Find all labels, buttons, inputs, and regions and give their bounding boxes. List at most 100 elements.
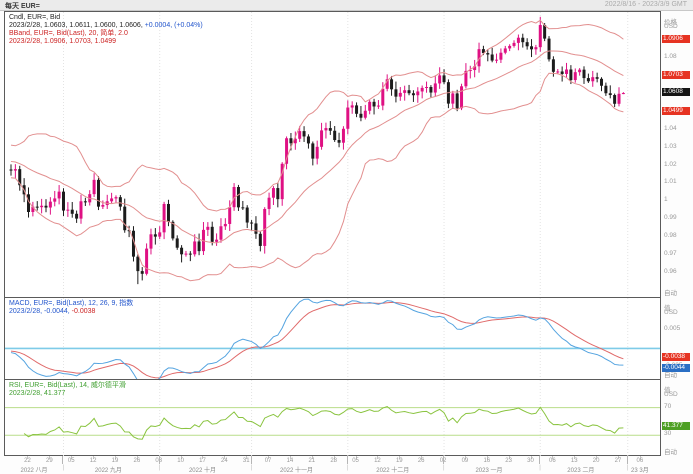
month-tick: [627, 456, 628, 464]
candle-up: [495, 60, 498, 61]
week-tick-label: 21: [308, 458, 315, 464]
candle-down: [154, 234, 157, 236]
instrument-interval-selector[interactable]: 每天 EUR=: [5, 1, 40, 11]
candle-up: [93, 180, 96, 194]
candle-up: [451, 93, 454, 103]
candle-up: [158, 232, 161, 236]
candle-down: [412, 93, 415, 95]
rsi-axis-auto: 自动: [664, 446, 677, 456]
price-axis-tick: 0.99: [664, 214, 677, 221]
candle-up: [403, 90, 406, 93]
candle-up: [193, 241, 196, 254]
month-separator: |: [627, 465, 629, 471]
week-tick-label: 20: [593, 458, 600, 464]
rsi-line: [24, 407, 623, 440]
week-tick-label: 27: [615, 458, 622, 464]
week-tick-label: 09: [462, 458, 469, 464]
bband-value-badge: 1.0499: [662, 107, 690, 115]
candle-down: [359, 114, 362, 118]
candle-down: [189, 254, 192, 255]
candle-down: [569, 70, 572, 81]
candle-down: [97, 180, 100, 207]
candle-up: [163, 204, 166, 232]
time-axis[interactable]: 2229051219260310172431071421280512192602…: [4, 456, 661, 474]
candle-down: [119, 197, 122, 206]
candle-up: [320, 130, 323, 146]
candle-down: [237, 187, 240, 207]
chart-window: 每天 EUR= 2022/8/16 - 2023/3/9 GMT Cndl, E…: [0, 0, 693, 474]
month-label: 23 3月: [631, 465, 649, 474]
candle-down: [521, 38, 524, 42]
rsi-value-badge: 41.377: [662, 422, 690, 430]
candle-down: [609, 93, 612, 95]
candle-down: [526, 42, 529, 46]
candle-up: [316, 147, 319, 159]
macd-pane-canvas[interactable]: [5, 298, 660, 379]
week-tick-label: 28: [330, 458, 337, 464]
month-label: 2022 十一月: [280, 465, 313, 474]
candle-down: [429, 87, 432, 93]
candle-up: [513, 43, 516, 46]
price-pane-canvas[interactable]: [5, 12, 660, 297]
candle-down: [456, 93, 459, 108]
week-tick-label: 12: [90, 458, 97, 464]
price-pane[interactable]: Cndl, EUR=, Bid 2023/2/28, 1.0603, 1.061…: [5, 12, 660, 297]
candle-up: [324, 128, 327, 130]
month-label: 2022 十月: [189, 465, 216, 474]
candle-up: [224, 224, 227, 226]
rsi-pane-canvas[interactable]: [5, 380, 660, 456]
candle-down: [561, 71, 564, 74]
candle-up: [263, 209, 266, 246]
value-axis[interactable]: 价格USD1.081.041.031.021.0110.990.980.970.…: [662, 11, 693, 456]
candle-down: [123, 207, 126, 231]
week-tick-label: 06: [549, 458, 556, 464]
month-label: 2022 十二月: [376, 465, 409, 474]
candle-down: [355, 105, 358, 113]
price-axis-auto: 自动: [664, 287, 677, 297]
price-axis-tick: 1.03: [664, 143, 677, 150]
candle-down: [10, 170, 13, 171]
candle-up: [539, 25, 542, 47]
week-tick-label: 05: [68, 458, 75, 464]
month-separator: |: [347, 465, 349, 471]
macd-signal-badge: -0.0038: [662, 353, 690, 361]
candle-down: [241, 207, 244, 208]
candle-up: [272, 188, 275, 198]
candle-down: [338, 140, 341, 143]
candle-up: [416, 91, 419, 95]
candle-up: [578, 70, 581, 73]
candle-down: [583, 70, 586, 78]
candle-up: [215, 240, 218, 242]
candle-down: [71, 210, 74, 214]
month-separator: |: [251, 465, 253, 471]
candle-down: [250, 223, 253, 224]
price-axis-tick: 1: [664, 196, 668, 203]
candle-up: [149, 234, 152, 248]
week-tick-label: 14: [287, 458, 294, 464]
candle-down: [311, 143, 314, 158]
week-tick-label: 12: [374, 458, 381, 464]
candle-up: [438, 75, 441, 83]
candle-up: [556, 71, 559, 72]
macd-pane[interactable]: MACD, EUR=, Bid(Last), 12, 26, 9, 指数 202…: [5, 297, 660, 379]
price-axis-tick: 1.08: [664, 53, 677, 60]
candle-down: [408, 90, 411, 93]
candle-up: [434, 83, 437, 92]
candle-up: [399, 93, 402, 97]
candle-up: [517, 38, 520, 43]
week-tick-label: 26: [134, 458, 141, 464]
chart-frame: Cndl, EUR=, Bid 2023/2/28, 1.0603, 1.061…: [4, 11, 661, 456]
macd-signal-line: [11, 302, 623, 377]
week-tick-label: 24: [221, 458, 228, 464]
candle-up: [66, 210, 69, 211]
candle-down: [254, 223, 257, 233]
candle-down: [303, 131, 306, 136]
rsi-pane[interactable]: RSI, EUR=, Bid(Last), 14, 威尔德平滑 2023/2/2…: [5, 379, 660, 456]
month-tick: [539, 456, 540, 464]
candle-up: [425, 87, 428, 88]
candle-down: [373, 102, 376, 107]
candle-down: [548, 39, 551, 60]
week-tick-label: 19: [396, 458, 403, 464]
candle-down: [394, 89, 397, 96]
week-tick-label: 06: [637, 458, 644, 464]
